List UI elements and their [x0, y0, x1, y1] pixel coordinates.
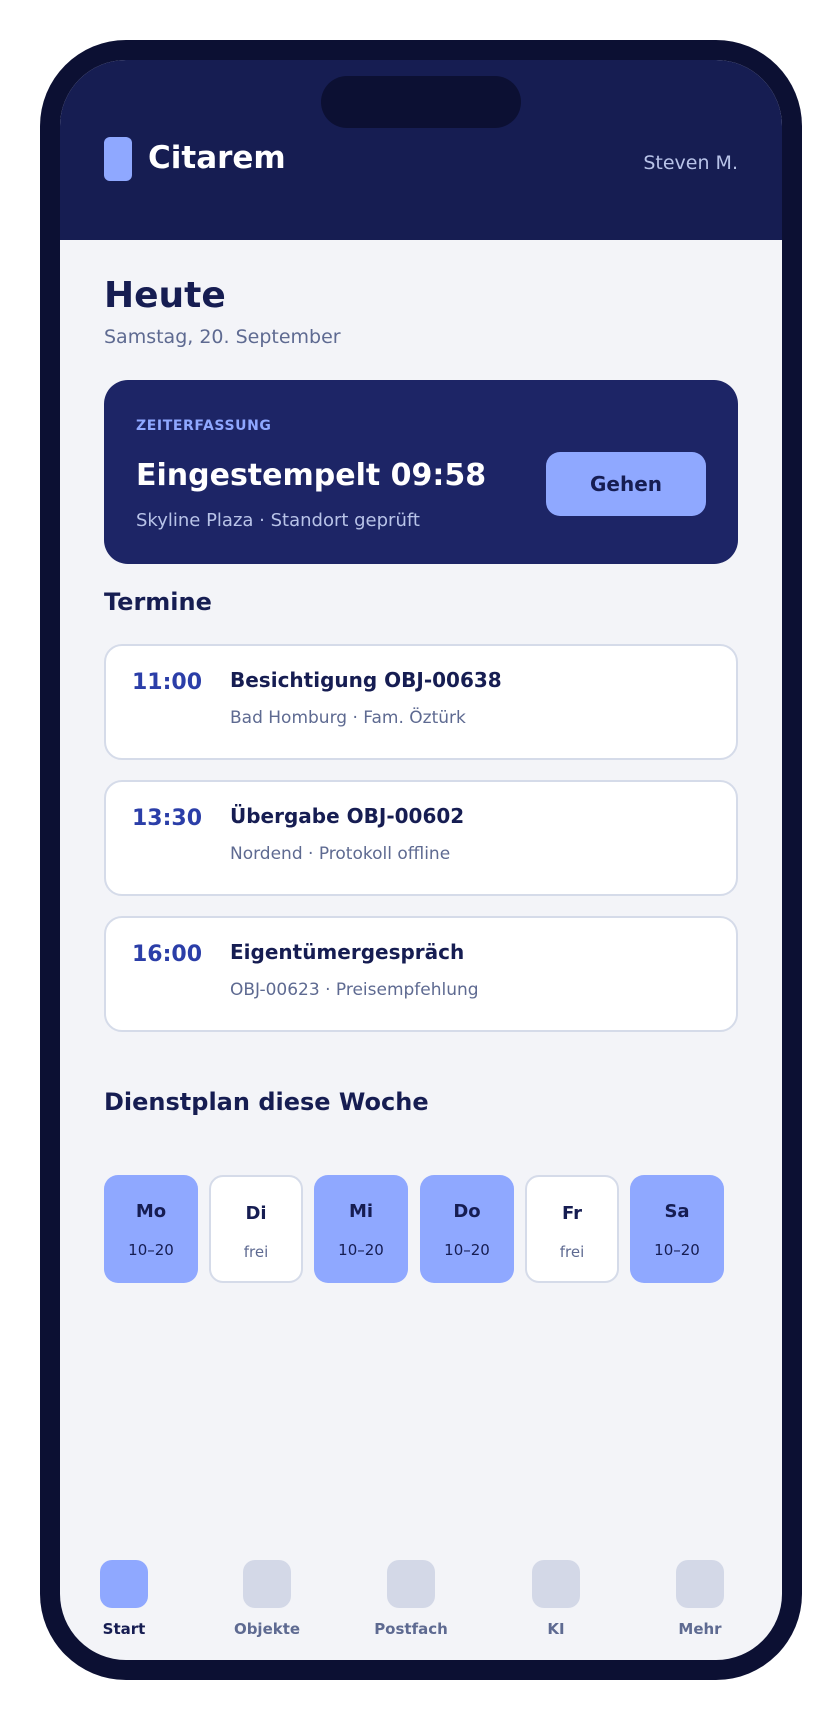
tab-mehr[interactable]: Mehr [645, 1560, 755, 1650]
day-name: Do [453, 1201, 481, 1222]
more-icon [676, 1560, 724, 1608]
day-hours: 10–20 [128, 1241, 174, 1259]
schedule-day-mo[interactable]: Mo 10–20 [104, 1175, 198, 1283]
appointment-subtitle: OBJ-00623 · Preisempfehlung [230, 980, 479, 1000]
clock-out-button[interactable]: Gehen [546, 452, 706, 516]
day-name: Mi [348, 1201, 374, 1222]
day-hours: 10–20 [444, 1241, 490, 1259]
app-logo-mark-icon [104, 137, 132, 181]
brand-name: Citarem [148, 140, 286, 176]
home-icon [100, 1560, 148, 1608]
user-name[interactable]: Steven M. [643, 152, 738, 174]
tab-start[interactable]: Start [69, 1560, 179, 1650]
appointment-time: 13:30 [132, 806, 203, 831]
clock-in-status: Eingestempelt 09:58 [136, 458, 487, 493]
schedule-day-di[interactable]: Di frei [209, 1175, 303, 1283]
time-tracking-card: ZEITERFASSUNG Eingestempelt 09:58 Skylin… [104, 380, 738, 564]
tab-label: Start [102, 1620, 146, 1638]
schedule-title: Dienstplan diese Woche [104, 1088, 429, 1116]
day-hours: 10–20 [338, 1241, 384, 1259]
tab-label: KI [547, 1620, 565, 1638]
weekly-schedule: Mo 10–20 Di frei Mi 10–20 Do 10–20 Fr fr… [104, 1175, 738, 1283]
day-hours: frei [243, 1243, 269, 1261]
schedule-day-mi[interactable]: Mi 10–20 [314, 1175, 408, 1283]
schedule-day-sa[interactable]: Sa 10–20 [630, 1175, 724, 1283]
tab-objekte[interactable]: Objekte [212, 1560, 322, 1650]
day-hours: frei [559, 1243, 585, 1261]
tab-bar: Start Objekte Postfach KI Mehr [60, 1560, 782, 1660]
app-screen: Citarem Steven M. Heute Samstag, 20. Sep… [60, 60, 782, 1660]
schedule-day-fr[interactable]: Fr frei [525, 1175, 619, 1283]
tab-label: Mehr [678, 1620, 722, 1638]
day-name: Fr [561, 1203, 583, 1224]
appointment-title: Eigentümergespräch [230, 940, 465, 964]
day-name: Mo [135, 1201, 167, 1222]
ai-icon [532, 1560, 580, 1608]
appointment-item[interactable]: 11:00 Besichtigung OBJ-00638 Bad Homburg… [104, 644, 738, 760]
day-hours: 10–20 [654, 1241, 700, 1259]
tab-postfach[interactable]: Postfach [356, 1560, 466, 1650]
tab-ki[interactable]: KI [501, 1560, 611, 1650]
appointment-item[interactable]: 13:30 Übergabe OBJ-00602 Nordend · Proto… [104, 780, 738, 896]
appointment-title: Besichtigung OBJ-00638 [230, 668, 502, 692]
appointment-item[interactable]: 16:00 Eigentümergespräch OBJ-00623 · Pre… [104, 916, 738, 1032]
inbox-icon [387, 1560, 435, 1608]
appointments-title: Termine [104, 588, 212, 616]
page-title: Heute [104, 275, 226, 316]
day-name: Di [245, 1203, 267, 1224]
appointment-subtitle: Nordend · Protokoll offline [230, 844, 451, 864]
tab-label: Objekte [233, 1620, 301, 1638]
appointment-title: Übergabe OBJ-00602 [230, 804, 465, 828]
day-name: Sa [664, 1201, 690, 1222]
appointment-subtitle: Bad Homburg · Fam. Öztürk [230, 708, 466, 728]
properties-icon [243, 1560, 291, 1608]
page-date: Samstag, 20. September [104, 326, 341, 348]
schedule-day-do[interactable]: Do 10–20 [420, 1175, 514, 1283]
appointment-time: 16:00 [132, 942, 203, 967]
time-tracking-label: ZEITERFASSUNG [136, 418, 272, 434]
appointment-time: 11:00 [132, 670, 203, 695]
tab-label: Postfach [374, 1620, 448, 1638]
dynamic-island [321, 76, 521, 128]
clock-in-location: Skyline Plaza · Standort geprüft [136, 510, 420, 531]
